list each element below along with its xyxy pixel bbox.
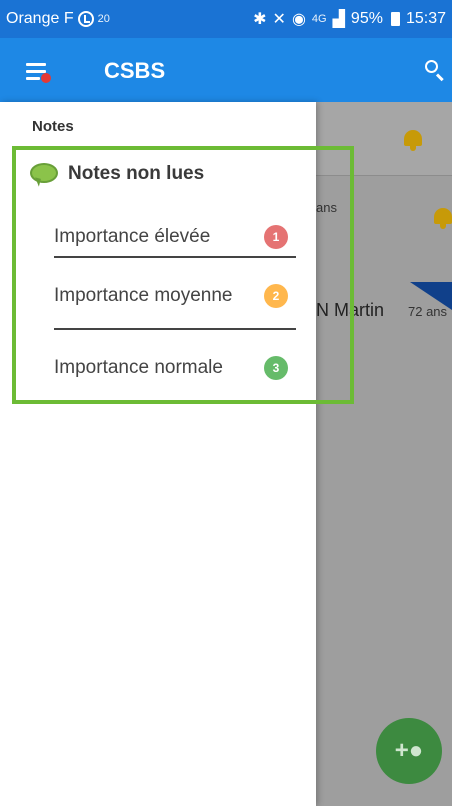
divider [54, 256, 296, 258]
menu-icon [26, 63, 46, 66]
menu-icon-line [26, 77, 40, 80]
divider [12, 146, 316, 147]
patient-name: N Martin [316, 300, 385, 320]
background-toolbar [316, 102, 452, 176]
battery-icon [390, 12, 400, 26]
menu-button[interactable] [26, 61, 54, 83]
small-indicator: 20 [97, 13, 110, 25]
search-icon [425, 60, 438, 73]
unread-notes-header[interactable]: Notes non lues [30, 158, 310, 190]
section-title: Notes [32, 118, 74, 135]
count-badge: 1 [264, 225, 288, 249]
drawer-item-normal[interactable]: Importance normale 3 [54, 344, 296, 392]
speech-bubble-icon [30, 163, 58, 187]
drawer-item-medium[interactable]: Importance moyenne 2 [54, 272, 296, 320]
item-label: Importance moyenne [54, 285, 233, 306]
carrier-label: Orange F [6, 10, 74, 27]
background-ans: ans [316, 200, 337, 215]
battery-percent: 95% [350, 10, 383, 27]
add-person-button[interactable]: +● [376, 718, 442, 784]
navigation-drawer: Notes Notes non lues Importance élevée 1… [0, 102, 316, 806]
add-person-icon: +● [394, 737, 424, 764]
drawer-item-high[interactable]: Importance élevée 1 [54, 224, 296, 250]
clock: 15:37 [405, 10, 446, 27]
patient-age: 72 ans [408, 304, 448, 319]
item-label: Importance élevée [54, 226, 211, 247]
search-button[interactable] [423, 58, 447, 82]
app-title: CSBS [104, 58, 166, 83]
bell-icon [432, 208, 452, 230]
mute-icon: ✕ [272, 11, 286, 28]
status-bar: Orange F 20 ✱ ✕ ◉ 4G ▟ 95% 15:37 [0, 0, 452, 38]
app-bar: CSBS [0, 38, 452, 102]
data-saver-icon [77, 11, 94, 27]
divider [54, 328, 296, 330]
count-badge: 3 [264, 356, 288, 380]
notification-dot [41, 73, 51, 83]
alarm-icon: ◉ [291, 11, 306, 28]
bluetooth-icon: ✱ [253, 11, 267, 28]
item-label: Importance normale [54, 357, 223, 378]
bell-icon [402, 130, 424, 152]
signal-icon: ▟ [332, 11, 345, 28]
search-icon-handle [435, 73, 444, 82]
count-badge: 2 [264, 284, 288, 308]
group-label: Notes non lues [68, 163, 205, 184]
network-type: 4G [311, 13, 327, 25]
